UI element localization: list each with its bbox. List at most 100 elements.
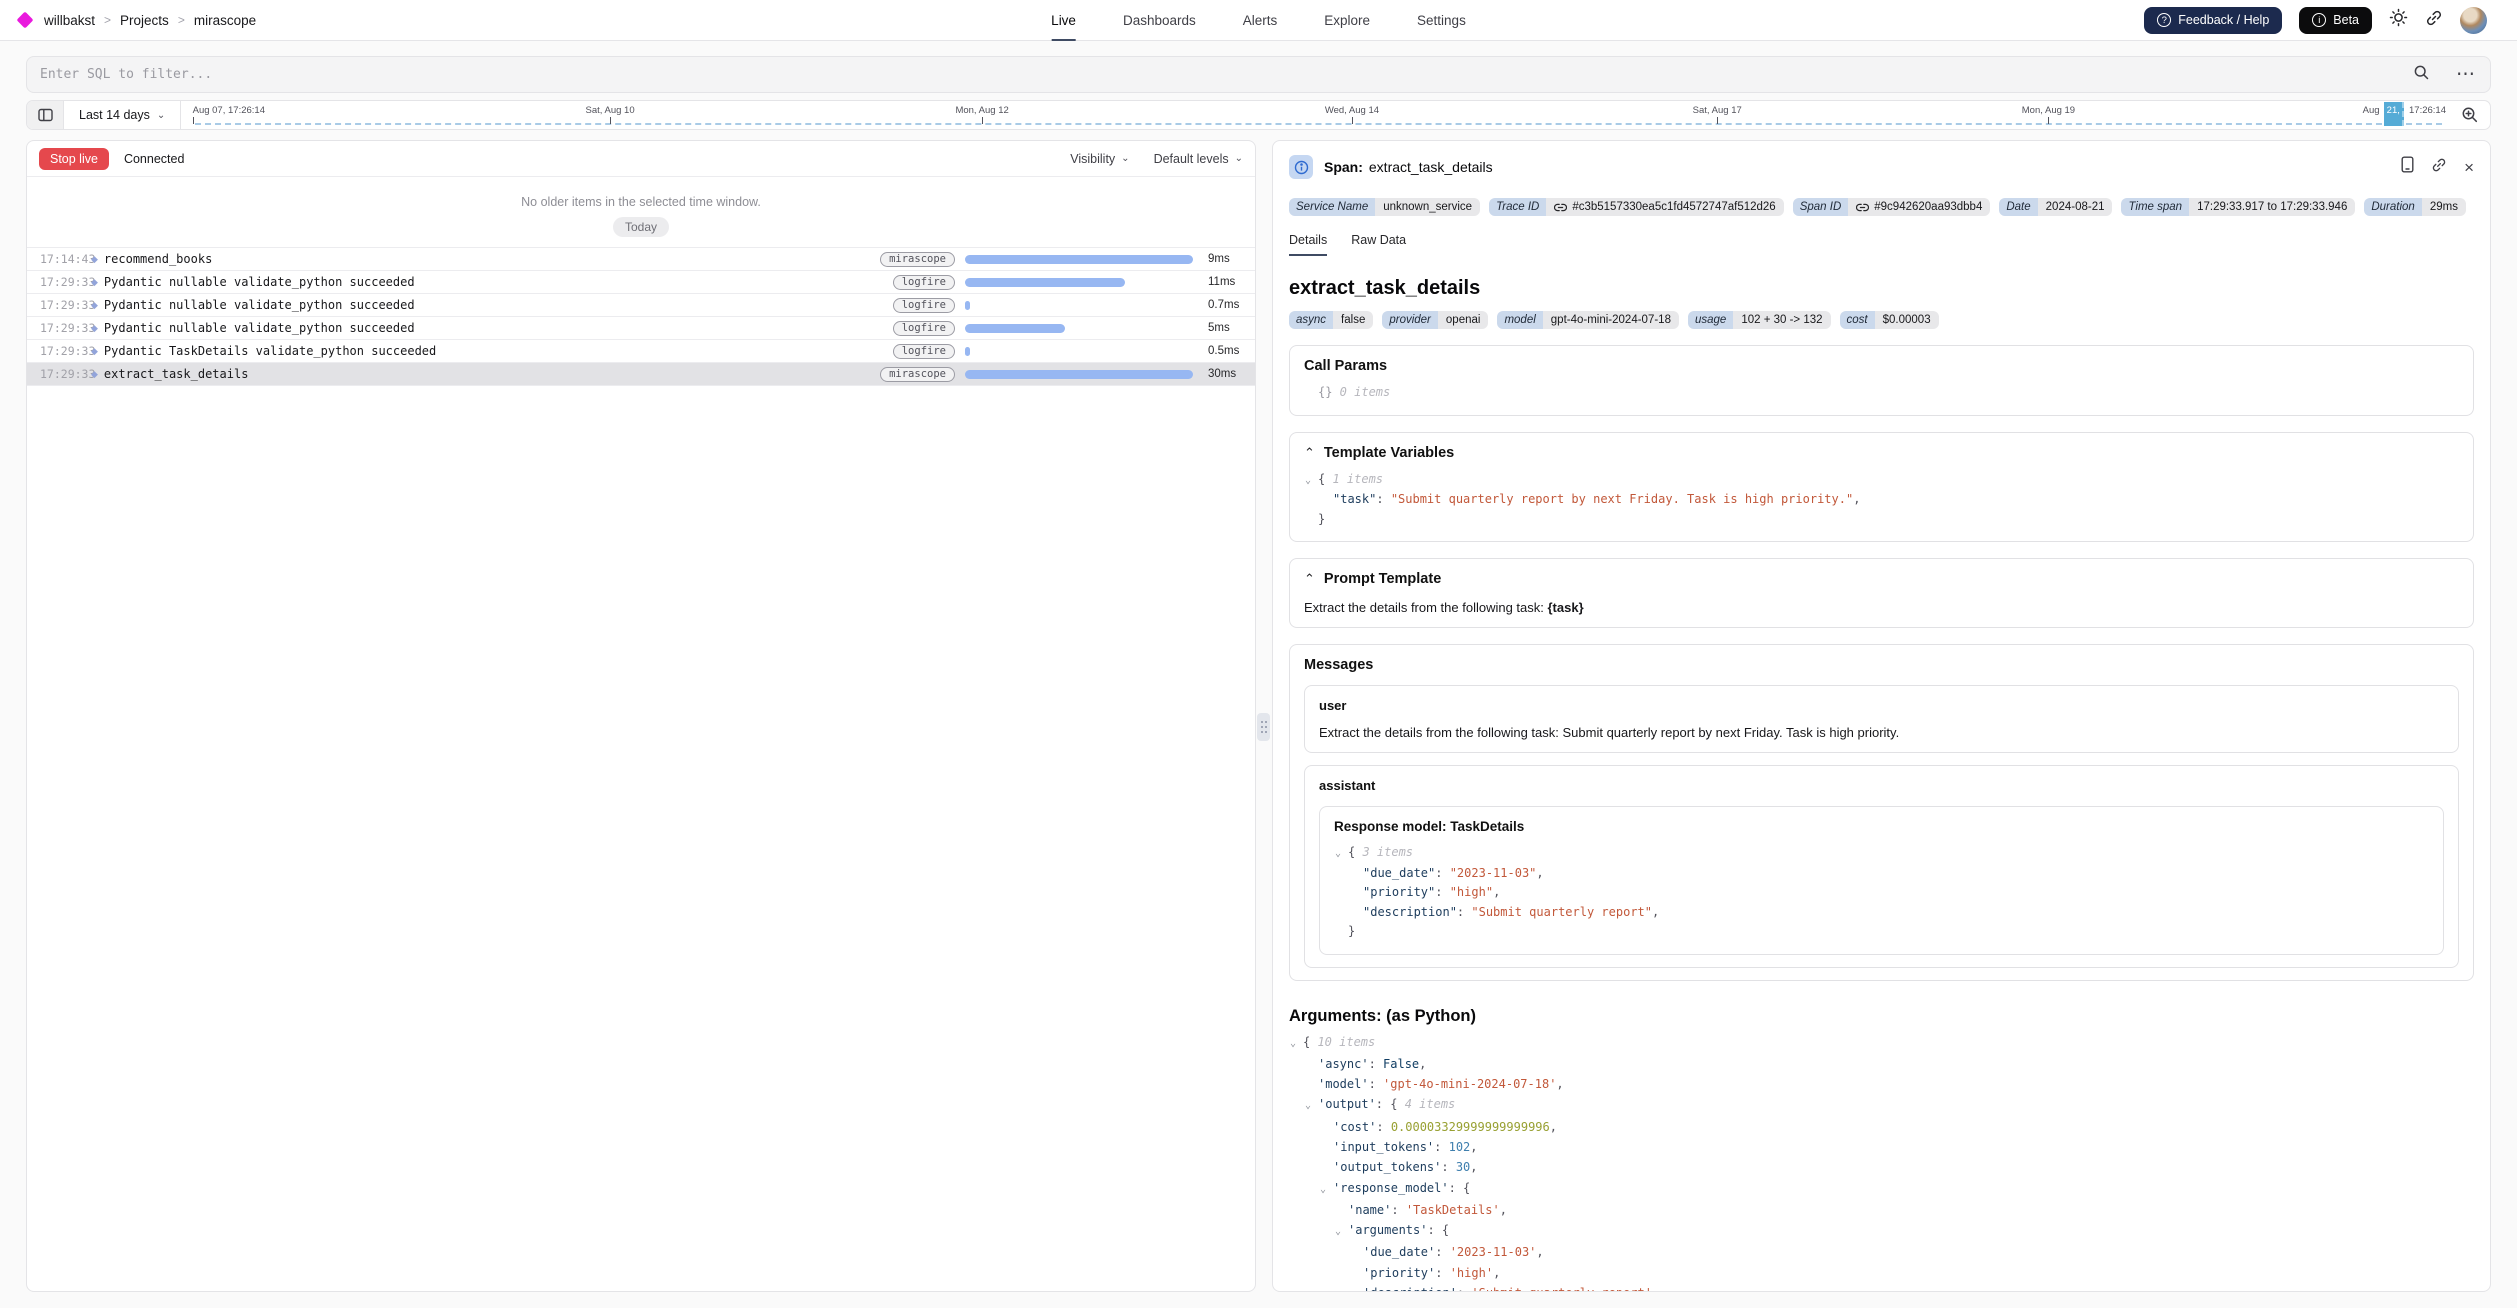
brand-diamond-icon bbox=[17, 12, 34, 29]
share-link-icon[interactable] bbox=[2425, 9, 2443, 32]
timeline-strip[interactable]: Aug 07, 17:26:14Sat, Aug 10Mon, Aug 12We… bbox=[181, 101, 2450, 129]
attribute-pill-value: 17:29:33.917 to 17:29:33.946 bbox=[2189, 198, 2355, 216]
more-options-icon[interactable]: ⋯ bbox=[2456, 65, 2475, 84]
trace-row-duration: 30ms bbox=[1193, 368, 1255, 380]
trace-row-duration: 5ms bbox=[1193, 322, 1255, 334]
trace-row-name: extract_task_details bbox=[104, 367, 880, 381]
user-message: user Extract the details from the follow… bbox=[1304, 685, 2459, 753]
time-range-dropdown[interactable]: Last 14 days ⌄ bbox=[64, 101, 181, 129]
attribute-pill-value: openai bbox=[1438, 311, 1489, 329]
prompt-template-card: ⌃ Prompt Template Extract the details fr… bbox=[1289, 558, 2474, 628]
attribute-pill: usage 102 + 30 -> 132 bbox=[1688, 311, 1831, 329]
breadcrumb-item[interactable]: Projects bbox=[120, 13, 169, 28]
primary-tabs: Live Dashboards Alerts Explore Settings bbox=[1051, 0, 1466, 41]
trace-row-duration-bar bbox=[965, 324, 1193, 333]
open-panel-icon[interactable] bbox=[2401, 156, 2414, 178]
span-panel-header: Span:extract_task_details × bbox=[1289, 155, 2474, 179]
nav-tab[interactable]: Settings bbox=[1417, 0, 1466, 41]
response-model-title: Response model: TaskDetails bbox=[1334, 819, 2429, 834]
attribute-pill-label: Time span bbox=[2121, 198, 2189, 216]
zoom-in-icon[interactable] bbox=[2450, 101, 2490, 129]
trace-row-name: recommend_books bbox=[104, 252, 880, 266]
span-diamond-icon: ◆ bbox=[89, 277, 104, 288]
close-icon[interactable]: × bbox=[2464, 159, 2474, 176]
feedback-help-button[interactable]: ? Feedback / Help bbox=[2144, 7, 2282, 34]
messages-title: Messages bbox=[1304, 657, 2459, 673]
attribute-pill[interactable]: Span ID #9c942620aa93dbb4 bbox=[1793, 198, 1991, 216]
sql-filter-input[interactable] bbox=[27, 67, 2413, 82]
prompt-template-title[interactable]: ⌃ Prompt Template bbox=[1304, 571, 2459, 587]
span-heading: extract_task_details bbox=[1289, 277, 2474, 300]
template-variables-json[interactable]: ⌄{ 1 items"task": "Submit quarterly repo… bbox=[1304, 470, 2459, 530]
detail-tab[interactable]: Raw Data bbox=[1351, 233, 1406, 256]
attribute-pill-value: 29ms bbox=[2422, 198, 2466, 216]
attribute-pill-label: Duration bbox=[2364, 198, 2421, 216]
breadcrumb-item[interactable]: mirascope bbox=[194, 13, 256, 28]
panel-resize-handle[interactable] bbox=[1257, 713, 1270, 741]
attribute-pill-value: #9c942620aa93dbb4 bbox=[1848, 198, 1990, 216]
default-levels-dropdown[interactable]: Default levels ⌄ bbox=[1154, 152, 1243, 166]
trace-row[interactable]: 17:29:33 ◆ Pydantic nullable validate_py… bbox=[27, 294, 1255, 317]
trace-row[interactable]: 17:29:33 ◆ Pydantic TaskDetails validate… bbox=[27, 340, 1255, 363]
breadcrumb-item[interactable]: willbakst bbox=[44, 13, 95, 28]
arguments-json[interactable]: ⌄{ 10 items'async': False,'model': 'gpt-… bbox=[1289, 1032, 2474, 1293]
trace-row-duration: 0.7ms bbox=[1193, 299, 1255, 311]
trace-row[interactable]: 17:29:33 ◆ extract_task_details mirascop… bbox=[27, 363, 1255, 386]
nav-tab[interactable]: Dashboards bbox=[1123, 0, 1196, 41]
nav-tab[interactable]: Live bbox=[1051, 0, 1076, 41]
sidebar-toggle-button[interactable] bbox=[27, 101, 64, 129]
trace-row-duration-bar bbox=[965, 347, 1193, 356]
question-icon: ? bbox=[2157, 13, 2171, 27]
attribute-pill: provider openai bbox=[1382, 311, 1488, 329]
trace-row-name: Pydantic nullable validate_python succee… bbox=[104, 298, 893, 312]
search-icon[interactable] bbox=[2413, 64, 2430, 86]
chevron-down-icon: ⌄ bbox=[157, 110, 165, 121]
collapse-caret-icon: ⌃ bbox=[1304, 445, 1315, 461]
trace-row-duration: 0.5ms bbox=[1193, 345, 1255, 357]
template-variables-title[interactable]: ⌃ Template Variables bbox=[1304, 445, 2459, 461]
response-model-json[interactable]: ⌄{ 3 items"due_date": "2023-11-03","prio… bbox=[1334, 843, 2429, 942]
theme-toggle-icon[interactable] bbox=[2389, 8, 2408, 32]
trace-row-time: 17:29:33 bbox=[27, 321, 89, 335]
message-role: assistant bbox=[1319, 778, 2444, 793]
timeline-selection[interactable]: 21, bbox=[2384, 102, 2404, 126]
nav-tab[interactable]: Explore bbox=[1324, 0, 1370, 41]
trace-row[interactable]: 17:14:43 ◆ recommend_books mirascope 9ms bbox=[27, 248, 1255, 271]
connection-status: Connected bbox=[124, 152, 184, 166]
call-params-json: {} 0 items bbox=[1304, 383, 2459, 403]
copy-link-icon[interactable] bbox=[2431, 157, 2447, 178]
live-panel: Stop live Connected Visibility ⌄ Default… bbox=[26, 140, 1256, 1292]
breadcrumb-trail: willbakst>Projects>mirascope bbox=[44, 13, 256, 28]
nav-tab[interactable]: Alerts bbox=[1243, 0, 1278, 41]
timeline-tick-mark bbox=[1717, 117, 1718, 124]
trace-row-list: 17:14:43 ◆ recommend_books mirascope 9ms… bbox=[27, 247, 1255, 386]
attribute-pill-value: 2024-08-21 bbox=[2038, 198, 2113, 216]
visibility-dropdown[interactable]: Visibility ⌄ bbox=[1070, 152, 1129, 166]
trace-row-scope-tag: logfire bbox=[893, 275, 955, 290]
attribute-pill-label: async bbox=[1289, 311, 1333, 329]
beta-button[interactable]: i Beta bbox=[2299, 7, 2372, 34]
attribute-pill-label: Date bbox=[1999, 198, 2037, 216]
attribute-pill[interactable]: Trace ID #c3b5157330ea5c1fd4572747af512d… bbox=[1489, 198, 1784, 216]
span-diamond-icon: ◆ bbox=[89, 369, 104, 380]
trace-row[interactable]: 17:29:33 ◆ Pydantic nullable validate_py… bbox=[27, 271, 1255, 294]
attribute-pill: model gpt-4o-mini-2024-07-18 bbox=[1497, 311, 1679, 329]
trace-row[interactable]: 17:29:33 ◆ Pydantic nullable validate_py… bbox=[27, 317, 1255, 340]
user-avatar[interactable] bbox=[2460, 7, 2487, 34]
trace-row-duration-bar bbox=[965, 301, 1193, 310]
top-nav: willbakst>Projects>mirascope LiveDashboa… bbox=[0, 0, 2517, 41]
link-icon bbox=[1554, 203, 1567, 212]
stop-live-button[interactable]: Stop live bbox=[39, 148, 109, 170]
detail-tab[interactable]: Details bbox=[1289, 233, 1327, 256]
breadcrumb-separator-icon: > bbox=[104, 13, 111, 27]
span-badges: async false provider openai model gpt-4o… bbox=[1289, 311, 2474, 329]
response-model-card: Response model: TaskDetails ⌄{ 3 items"d… bbox=[1319, 806, 2444, 955]
logfire-app: willbakst>Projects>mirascope LiveDashboa… bbox=[0, 0, 2517, 1308]
trace-row-duration: 11ms bbox=[1193, 276, 1255, 288]
timeline-tick-label: Mon, Aug 12 bbox=[955, 105, 1008, 116]
attribute-pill: Time span 17:29:33.917 to 17:29:33.946 bbox=[2121, 198, 2355, 216]
trace-row-time: 17:14:43 bbox=[27, 252, 89, 266]
span-detail-tabs: Details Raw Data bbox=[1289, 233, 2474, 256]
chevron-down-icon: ⌄ bbox=[1121, 153, 1129, 164]
trace-row-duration: 9ms bbox=[1193, 253, 1255, 265]
